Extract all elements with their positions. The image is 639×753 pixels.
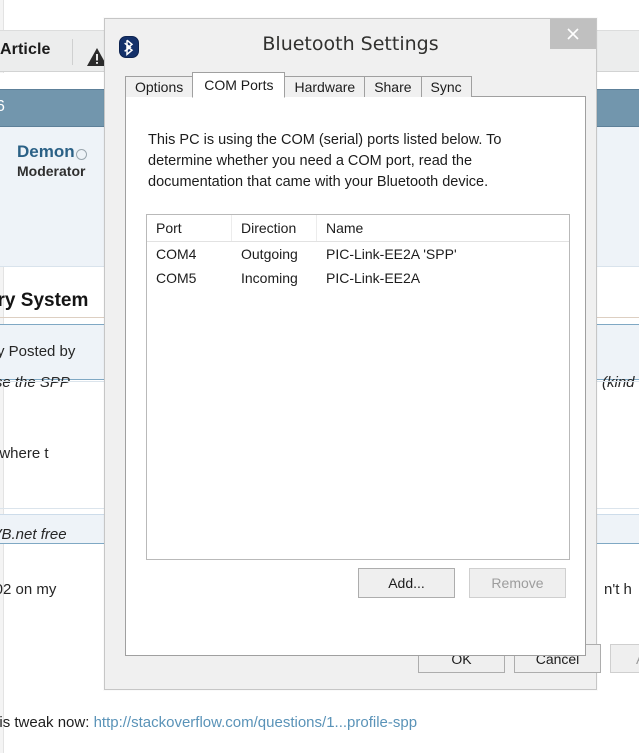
cell-port: COM4: [147, 242, 232, 266]
post-line-2002: 2002 on my: [0, 581, 56, 598]
remove-button: Remove: [469, 568, 566, 598]
column-header-direction[interactable]: Direction: [232, 215, 317, 241]
cell-port: COM5: [147, 266, 232, 290]
quote-text: u use the SPP: [0, 374, 70, 391]
tab-com-ports[interactable]: COM Ports: [192, 72, 285, 98]
tab-sync[interactable]: Sync: [421, 76, 472, 97]
post-bottom-link[interactable]: http://stackoverflow.com/questions/1...p…: [94, 714, 418, 731]
dialog-tabstrip: Options COM Ports Hardware Share Sync: [125, 75, 471, 97]
table-row[interactable]: COM4 Outgoing PIC-Link-EE2A 'SPP': [147, 242, 569, 266]
cell-name: PIC-Link-EE2A 'SPP': [317, 242, 567, 266]
thread-title: ntory System: [0, 290, 88, 312]
post-user-rank: Moderator: [17, 163, 85, 179]
com-ports-listview[interactable]: Port Direction Name COM4 Outgoing PIC-Li…: [146, 214, 570, 560]
listview-action-buttons: Add... Remove: [358, 568, 566, 598]
tab-share[interactable]: Share: [364, 76, 421, 97]
toolbar-separator: [72, 39, 73, 65]
add-button[interactable]: Add...: [358, 568, 455, 598]
panel-description: This PC is using the COM (serial) ports …: [148, 130, 548, 193]
dialog-title: Bluetooth Settings: [105, 33, 596, 55]
bluetooth-settings-dialog: Bluetooth Settings Options COM Ports Har…: [104, 18, 597, 690]
table-row[interactable]: COM5 Incoming PIC-Link-EE2A: [147, 266, 569, 290]
listview-header-row: Port Direction Name: [147, 215, 569, 242]
com-ports-panel: This PC is using the COM (serial) ports …: [125, 96, 586, 656]
quote-attribution: ally Posted by: [0, 343, 75, 360]
cell-name: PIC-Link-EE2A: [317, 266, 567, 290]
column-header-name[interactable]: Name: [317, 215, 567, 241]
post-line-vbnet: er VB.net free: [0, 526, 67, 543]
quote-text-right: (kind: [602, 374, 635, 391]
bluetooth-icon: [119, 36, 139, 58]
post-bottom-text: ng this tweak now:: [0, 714, 94, 731]
tab-options[interactable]: Options: [125, 76, 193, 97]
post-bottom-line: ng this tweak now: http://stackoverflow.…: [0, 714, 417, 731]
close-icon[interactable]: [550, 19, 596, 49]
post-line-howwhere: ow/where t: [0, 445, 49, 462]
cell-direction: Outgoing: [232, 242, 317, 266]
user-status-dot-icon: [76, 149, 87, 160]
dialog-titlebar[interactable]: Bluetooth Settings: [105, 19, 596, 74]
post-line-right-nt: n't h: [604, 581, 632, 598]
thread-blue-header-text: 6: [0, 98, 5, 116]
cell-direction: Incoming: [232, 266, 317, 290]
post-username[interactable]: Demon: [17, 142, 75, 162]
apply-button: Apply: [610, 644, 639, 673]
column-header-port[interactable]: Port: [147, 215, 232, 241]
toolbar-article-label[interactable]: Article: [0, 41, 51, 59]
tab-hardware[interactable]: Hardware: [284, 76, 365, 97]
